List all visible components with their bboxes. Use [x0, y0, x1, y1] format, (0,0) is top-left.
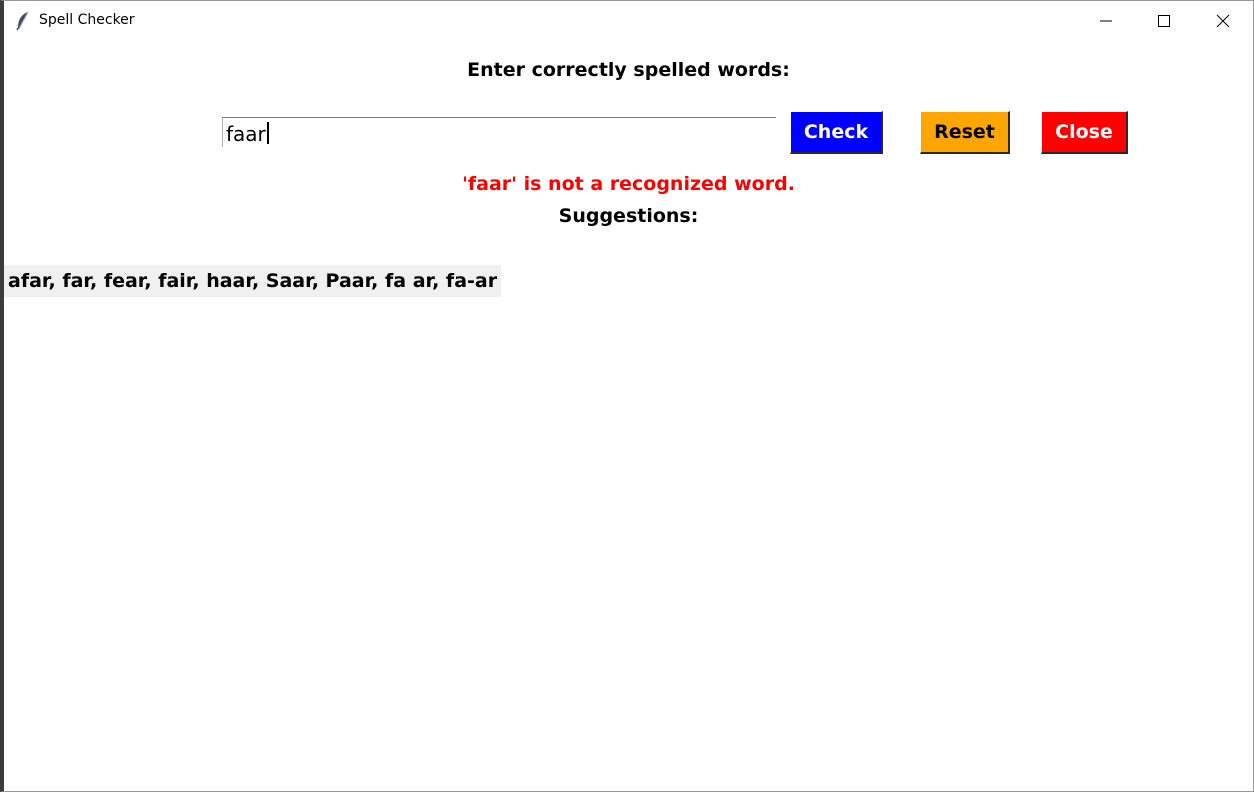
window-title: Spell Checker [39, 12, 135, 28]
maximize-button[interactable] [1135, 1, 1193, 41]
word-input[interactable] [222, 117, 776, 147]
suggestions-list: afar, far, fear, fair, haar, Saar, Paar,… [4, 265, 502, 297]
close-icon [1216, 14, 1230, 28]
minimize-icon [1100, 20, 1112, 22]
check-button[interactable]: Check [790, 111, 883, 154]
feather-icon [16, 11, 30, 31]
prompt-label: Enter correctly spelled words: [467, 59, 790, 81]
close-window-button[interactable] [1194, 1, 1252, 41]
close-button[interactable]: Close [1041, 111, 1128, 154]
spell-checker-window: Spell Checker Enter correctly spelled wo… [0, 0, 1254, 792]
text-caret [267, 122, 269, 144]
title-bar[interactable]: Spell Checker [4, 1, 1253, 41]
result-message: 'faar' is not a recognized word. [462, 173, 795, 195]
minimize-button[interactable] [1077, 1, 1135, 41]
maximize-icon [1158, 15, 1170, 27]
reset-button[interactable]: Reset [920, 111, 1010, 154]
suggestions-label: Suggestions: [558, 205, 699, 227]
